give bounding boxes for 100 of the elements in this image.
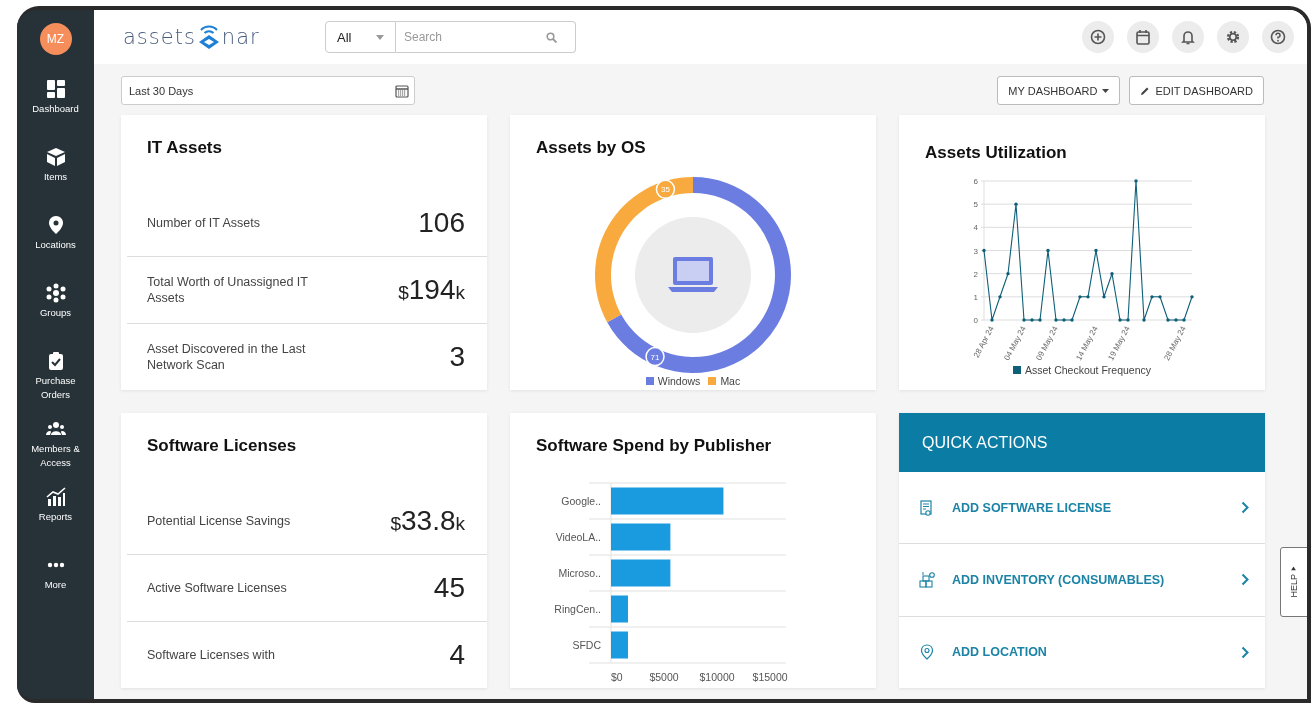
stat-value: $33.8k [390,505,465,537]
data-point [982,248,986,253]
axis-label: 5 [973,200,978,210]
card-title: Assets Utilization [924,142,1068,164]
data-point [1126,318,1130,322]
sidebar-item[interactable]: Locations [17,215,94,283]
data-point [1070,318,1074,322]
bar-chart-icon [45,487,66,507]
axis-label: 0 [973,316,978,325]
axis-label: 28 Apr 24 [971,324,996,360]
data-point [1054,318,1058,322]
card-header: QUICK ACTIONS [899,413,1265,472]
stat-value: 45 [433,572,465,604]
axis-label: $15000 [752,671,788,683]
data-label: 35 [660,185,671,195]
document-icon [919,499,935,516]
data-point [1078,295,1082,299]
stat-label: Total Worth of Unassigned IT Assets [147,274,309,306]
logo-text: assets [123,25,196,49]
pencil-icon [1140,85,1151,96]
axis-label: 09 May 24 [1034,324,1060,362]
axis-label: 2 [973,269,978,279]
axis-label: $10000 [699,671,735,683]
stat-label: Potential License Savings [147,513,292,529]
dashboard-dropdown[interactable]: MY DASHBOARD [997,76,1121,105]
axis-label: $5000 [649,671,679,683]
data-point [1190,295,1194,299]
data-point [1038,318,1042,322]
data-point [1022,318,1026,322]
chevron-right-icon [1241,645,1249,659]
dashboard-icon [45,79,66,99]
legend-label: Asset Checkout Frequency [1024,364,1152,376]
stat-value: 106 [418,207,465,239]
stat-value: 4 [449,639,465,671]
calendar-button[interactable] [1127,21,1159,53]
plus-circle-icon [1090,29,1106,45]
data-point [1118,318,1122,322]
laptop-icon [668,257,718,292]
sidebar-item[interactable]: More [17,555,94,623]
date-range-text: Last 30 Days [129,84,194,97]
quick-action-item[interactable]: ADD LOCATION [899,616,1265,688]
card-title: Assets by OS [535,137,647,159]
bell-icon [1180,29,1196,45]
axis-label: VideoLA.. [555,531,601,543]
data-point [1182,318,1186,322]
stat-label: Asset Discovered in the Last Network Scan [147,341,307,373]
search-icon [546,31,557,43]
data-point [1094,248,1098,253]
legend-label: Windows [657,375,701,387]
caret-icon [1291,566,1297,571]
help-tab[interactable]: HELP [1280,547,1307,617]
chevron-right-icon [1241,501,1249,515]
sidebar-item[interactable]: Items [17,147,94,215]
settings-button[interactable] [1217,21,1249,53]
quick-action-item[interactable]: ADD SOFTWARE LICENSE [899,472,1265,545]
help-button[interactable] [1262,21,1294,53]
scope-dropdown[interactable]: All [325,21,396,53]
notifications-button[interactable] [1172,21,1204,53]
logo-text: nar [221,25,260,49]
quick-action-item[interactable]: ADD INVENTORY (CONSUMABLES) [899,544,1265,617]
box-icon [45,147,66,167]
axis-label: 6 [973,177,978,186]
network-icon [45,283,66,303]
data-point [1142,318,1146,322]
data-label: 71 [645,346,665,367]
axis-label: RingCen.. [554,603,601,615]
search-field[interactable]: Search [396,21,576,53]
legend-label: Mac [720,375,741,387]
stat-value: $194k [398,274,465,306]
data-point [990,318,994,322]
location-pin-icon [919,644,935,661]
caret-icon [376,34,384,40]
data-point [1046,248,1050,253]
data-point [1030,318,1034,322]
stat-label: Active Software Licenses [147,580,288,596]
stat-value: 3 [449,341,465,373]
sidebar-item[interactable]: Purchase Orders [17,351,94,419]
data-label: 71 [650,352,661,362]
data-point [1174,318,1178,322]
sidebar-item[interactable]: Groups [17,283,94,351]
add-button[interactable] [1082,21,1114,53]
data-point [1166,318,1170,322]
data-point [1102,295,1106,299]
axis-label: 19 May 24 [1106,324,1132,362]
data-point [1150,295,1154,299]
axis-label: 04 May 24 [1002,324,1028,362]
chevron-right-icon [1241,573,1249,587]
data-point [1086,295,1090,299]
date-range-field[interactable]: Last 30 Days [121,76,415,105]
sidebar-item[interactable]: Reports [17,487,94,555]
data-point [1062,318,1066,322]
settings-icon [1225,29,1241,45]
sidebar-item[interactable]: Dashboard [17,79,94,147]
data-label: 35 [655,179,676,200]
sidebar-item[interactable]: Members & Access [17,419,94,487]
axis-label: 28 May 24 [1162,324,1188,362]
edit-dashboard-button[interactable]: EDIT DASHBOARD [1129,76,1264,105]
stat-label: Software Licenses with [147,647,276,663]
data-point [1014,202,1018,206]
axis-label: $0 [611,671,623,683]
